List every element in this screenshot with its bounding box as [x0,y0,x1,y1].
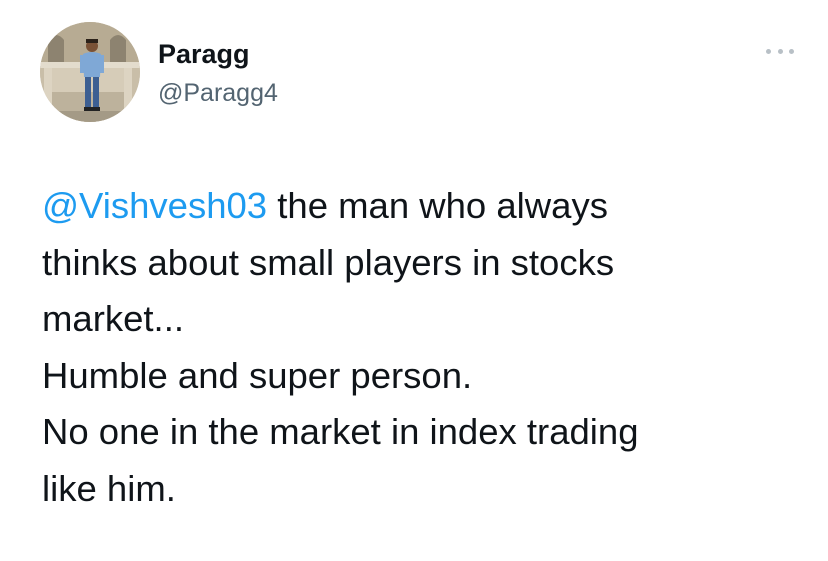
tweet-line: Humble and super person. [42,354,473,396]
mention-link[interactable]: @Vishvesh03 [42,185,267,226]
author-handle[interactable]: @Paragg4 [158,78,278,108]
tweet-line-text: the man who always [267,185,608,226]
more-dot [789,48,794,54]
more-horizontal-icon[interactable] [766,46,794,56]
tweet-text: @Vishvesh03 the man who always thinks ab… [42,178,812,517]
avatar-photo [40,22,140,122]
more-dot [777,48,783,54]
author-avatar[interactable] [40,22,140,122]
tweet-line: thinks about small players in stocks [42,241,615,283]
tweet-line: like him. [42,467,176,509]
author-name[interactable]: Paragg [158,38,250,70]
tweet-card: Paragg @Paragg4 @Vishvesh03 the man who … [0,0,828,561]
tweet-line: No one in the market in index trading [42,411,639,452]
more-dot [766,48,771,54]
tweet-line: market... [42,298,184,339]
tweet-line: @Vishvesh03 the man who always [42,178,812,235]
